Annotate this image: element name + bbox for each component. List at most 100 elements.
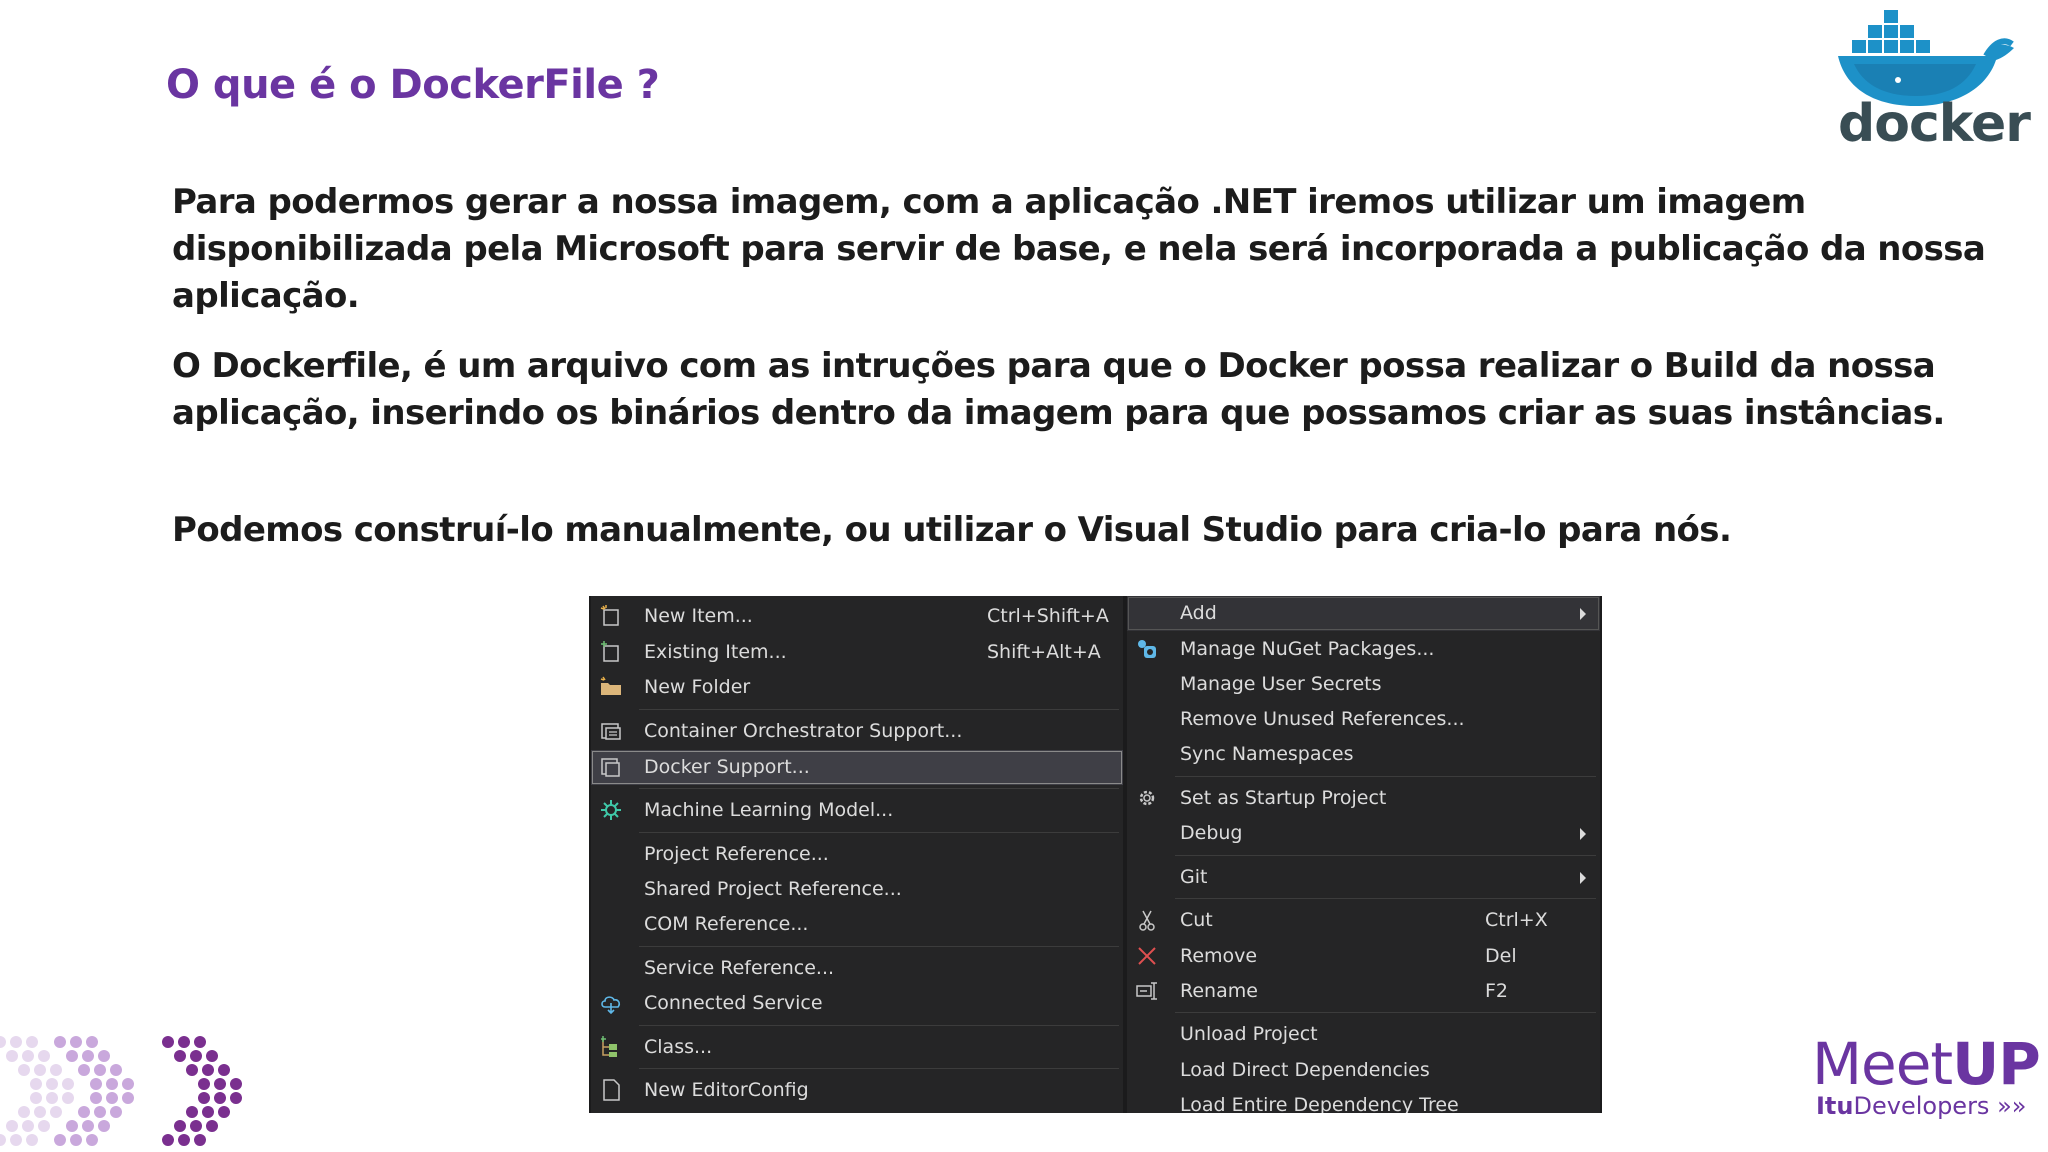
decor-dot xyxy=(54,1134,66,1146)
triple-chevron-icon: »» xyxy=(1997,1092,2027,1120)
menu-item-label: Class... xyxy=(644,1036,713,1058)
menu-item-load-direct-dependencies[interactable]: Load Direct Dependencies xyxy=(1127,1053,1600,1088)
menu-item-label: New EditorConfig xyxy=(644,1079,809,1101)
menu-separator xyxy=(1175,898,1596,899)
menu-item-new-item[interactable]: New Item... Ctrl+Shift+A xyxy=(591,599,1123,634)
menu-item-existing-item[interactable]: Existing Item... Shift+Alt+A xyxy=(591,635,1123,670)
menu-item-container-orchestrator-support[interactable]: Container Orchestrator Support... xyxy=(591,714,1123,749)
menu-separator xyxy=(1175,776,1596,777)
menu-item-debug[interactable]: Debug xyxy=(1127,816,1600,851)
decor-dot xyxy=(6,1120,18,1132)
menu-separator xyxy=(639,1068,1119,1069)
decor-dot xyxy=(178,1036,190,1048)
menu-item-class[interactable]: Class... xyxy=(591,1030,1123,1065)
menu-item-shortcut: Shift+Alt+A xyxy=(987,641,1101,663)
menu-separator xyxy=(639,709,1119,710)
decor-dot xyxy=(122,1092,134,1104)
menu-item-label: Debug xyxy=(1180,822,1243,844)
menu-item-label: Load Direct Dependencies xyxy=(1180,1059,1430,1081)
decor-dot xyxy=(162,1134,174,1146)
menu-item-manage-user-secrets[interactable]: Manage User Secrets xyxy=(1127,667,1600,702)
decor-dot xyxy=(174,1050,186,1062)
menu-item-service-reference[interactable]: Service Reference... xyxy=(591,951,1123,986)
decor-dot xyxy=(218,1106,230,1118)
decor-dot xyxy=(54,1036,66,1048)
menu-item-label: Rename xyxy=(1180,980,1258,1002)
decor-dot xyxy=(190,1120,202,1132)
menu-item-shortcut: Ctrl+X xyxy=(1485,909,1548,931)
menu-item-new-folder[interactable]: New Folder xyxy=(591,670,1123,705)
decor-dot xyxy=(0,1036,6,1048)
menu-item-rename[interactable]: Rename F2 xyxy=(1127,974,1600,1009)
menu-item-shortcut: Ctrl+Shift+A xyxy=(987,605,1109,627)
existing-item-icon xyxy=(599,640,623,664)
editorconfig-icon xyxy=(599,1078,623,1102)
docker-wordmark: docker xyxy=(1838,94,2031,154)
paragraph-1: Para podermos gerar a nossa imagem, com … xyxy=(172,182,1986,316)
submenu-arrow-icon xyxy=(1580,608,1586,620)
menu-item-sync-namespaces[interactable]: Sync Namespaces xyxy=(1127,737,1600,772)
menu-item-com-reference[interactable]: COM Reference... xyxy=(591,907,1123,942)
add-submenu: New Item... Ctrl+Shift+A Existing Item... S… xyxy=(591,596,1123,1113)
decor-dot xyxy=(50,1106,62,1118)
decor-dot xyxy=(90,1092,102,1104)
decor-dot xyxy=(46,1078,58,1090)
decor-dot xyxy=(86,1036,98,1048)
decor-dot xyxy=(194,1036,206,1048)
decor-dot xyxy=(198,1092,210,1104)
menu-item-label: Manage User Secrets xyxy=(1180,673,1382,695)
menu-item-label: Machine Learning Model... xyxy=(644,799,894,821)
remove-x-icon xyxy=(1135,944,1159,968)
menu-item-new-editorconfig[interactable]: New EditorConfig xyxy=(591,1073,1123,1108)
menu-item-connected-service[interactable]: Connected Service xyxy=(591,986,1123,1021)
decor-dot xyxy=(30,1092,42,1104)
submenu-arrow-icon xyxy=(1580,872,1586,884)
menu-item-shortcut: F2 xyxy=(1485,980,1509,1002)
menu-item-shared-project-reference[interactable]: Shared Project Reference... xyxy=(591,872,1123,907)
menu-separator xyxy=(639,1025,1119,1026)
menu-separator xyxy=(1175,855,1596,856)
menu-item-unload-project[interactable]: Unload Project xyxy=(1127,1017,1600,1052)
decor-dot xyxy=(78,1106,90,1118)
decor-dot xyxy=(50,1064,62,1076)
menu-item-set-as-startup-project[interactable]: Set as Startup Project xyxy=(1127,781,1600,816)
connected-service-icon xyxy=(599,991,623,1015)
menu-item-manage-nuget-packages[interactable]: Manage NuGet Packages... xyxy=(1127,632,1600,667)
gear-icon xyxy=(1135,786,1159,810)
decor-dot xyxy=(206,1050,218,1062)
menu-item-shortcut: Del xyxy=(1485,945,1517,967)
decor-dot xyxy=(194,1134,206,1146)
menu-item-label: Unload Project xyxy=(1180,1023,1318,1045)
decor-dot xyxy=(18,1106,30,1118)
decor-dot xyxy=(98,1120,110,1132)
menu-item-cut[interactable]: Cut Ctrl+X xyxy=(1127,903,1600,938)
menu-item-label: Manage NuGet Packages... xyxy=(1180,638,1435,660)
menu-item-label: Service Reference... xyxy=(644,957,835,979)
menu-item-add[interactable]: Add xyxy=(1127,596,1600,631)
container-icon xyxy=(599,719,623,743)
decor-dot xyxy=(38,1050,50,1062)
slide-title: O que é o DockerFile ? xyxy=(166,62,660,108)
menu-item-git[interactable]: Git xyxy=(1127,860,1600,895)
decor-dot xyxy=(230,1092,242,1104)
decor-dot xyxy=(10,1134,22,1146)
decor-dot xyxy=(214,1092,226,1104)
menu-item-load-entire-dependency-tree[interactable]: Load Entire Dependency Tree xyxy=(1127,1088,1600,1113)
menu-item-label: Shared Project Reference... xyxy=(644,878,902,900)
decor-dot xyxy=(66,1120,78,1132)
menu-item-label: Add xyxy=(1180,602,1217,624)
menu-item-remove-unused-references[interactable]: Remove Unused References... xyxy=(1127,702,1600,737)
decor-dot xyxy=(82,1050,94,1062)
menu-item-label: Cut xyxy=(1180,909,1213,931)
decor-dot xyxy=(86,1134,98,1146)
decor-dot xyxy=(218,1064,230,1076)
folder-icon xyxy=(599,675,623,699)
menu-item-remove[interactable]: Remove Del xyxy=(1127,939,1600,974)
menu-item-docker-support[interactable]: Docker Support... xyxy=(591,750,1123,785)
menu-item-label: Remove xyxy=(1180,945,1258,967)
menu-item-label: Connected Service xyxy=(644,992,823,1014)
menu-item-project-reference[interactable]: Project Reference... xyxy=(591,837,1123,872)
decor-dot xyxy=(70,1036,82,1048)
menu-item-machine-learning-model[interactable]: Machine Learning Model... xyxy=(591,793,1123,828)
decor-dot xyxy=(10,1036,22,1048)
